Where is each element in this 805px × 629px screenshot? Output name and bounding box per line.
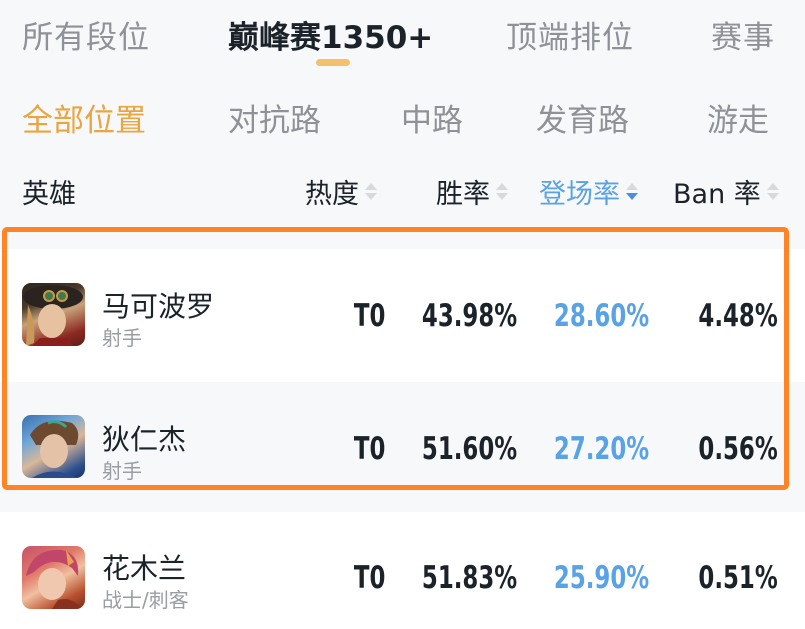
- table-row[interactable]: 马可波罗 射手 T0 43.98% 28.60% 4.48%: [0, 249, 805, 382]
- hero-ranking-page: 所有段位 巅峰赛1350+ 顶端排位 赛事 全部位置 对抗路 中路 发育路 游走…: [0, 0, 805, 629]
- hero-avatar-di-renjie: [22, 415, 85, 478]
- column-pick-rate-label: 登场率: [539, 179, 620, 210]
- tier-value: T0: [353, 431, 385, 467]
- ban-rate-value: 4.48%: [698, 298, 778, 334]
- hero-avatar-hua-mulan: [22, 546, 85, 609]
- tab-tournament[interactable]: 赛事: [711, 12, 775, 57]
- column-win-rate[interactable]: 胜率: [436, 172, 508, 211]
- rank-tab-bar: 所有段位 巅峰赛1350+ 顶端排位 赛事: [0, 0, 805, 80]
- pick-rate-value: 28.60%: [553, 298, 649, 334]
- table-row[interactable]: 花木兰 战士/刺客 T0 51.83% 25.90% 0.51%: [0, 512, 805, 629]
- win-rate-value: 43.98%: [421, 298, 517, 334]
- column-hero: 英雄: [22, 172, 76, 211]
- sort-icon: [365, 183, 377, 200]
- tab-mid-lane[interactable]: 中路: [401, 95, 463, 140]
- column-popularity[interactable]: 热度: [305, 172, 377, 211]
- hero-role: 射手: [102, 326, 142, 350]
- pick-rate-value: 25.90%: [553, 560, 649, 596]
- column-hero-label: 英雄: [22, 179, 76, 210]
- tab-top-ranked[interactable]: 顶端排位: [506, 12, 634, 57]
- tab-all-ranks[interactable]: 所有段位: [22, 12, 150, 57]
- tab-clash-lane[interactable]: 对抗路: [228, 95, 321, 140]
- ban-rate-value: 0.51%: [698, 560, 778, 596]
- tier-value: T0: [353, 298, 385, 334]
- ban-rate-value: 0.56%: [698, 431, 778, 467]
- win-rate-value: 51.83%: [421, 560, 517, 596]
- win-rate-value: 51.60%: [421, 431, 517, 467]
- tab-roam[interactable]: 游走: [707, 95, 769, 140]
- column-ban-rate-label: Ban 率: [673, 179, 761, 210]
- hero-role: 战士/刺客: [102, 588, 189, 612]
- column-popularity-label: 热度: [305, 179, 359, 210]
- hero-name: 花木兰: [102, 552, 187, 585]
- table-row[interactable]: 狄仁杰 射手 T0 51.60% 27.20% 0.56%: [0, 382, 805, 512]
- tab-peak-1350[interactable]: 巅峰赛1350+: [228, 12, 433, 57]
- sort-desc-icon: [626, 183, 638, 200]
- hero-name: 马可波罗: [102, 290, 215, 323]
- hero-name: 狄仁杰: [102, 423, 187, 456]
- column-ban-rate[interactable]: Ban 率: [673, 172, 779, 211]
- column-pick-rate[interactable]: 登场率: [539, 172, 638, 211]
- hero-role: 射手: [102, 459, 142, 483]
- hero-avatar-marco-polo: [22, 283, 85, 346]
- tier-value: T0: [353, 560, 385, 596]
- tab-farm-lane[interactable]: 发育路: [536, 95, 629, 140]
- active-tab-indicator: [316, 59, 350, 66]
- sort-icon: [766, 183, 779, 200]
- sort-icon: [496, 183, 508, 200]
- tab-all-positions[interactable]: 全部位置: [22, 95, 146, 140]
- column-win-rate-label: 胜率: [436, 179, 490, 210]
- pick-rate-value: 27.20%: [553, 431, 649, 467]
